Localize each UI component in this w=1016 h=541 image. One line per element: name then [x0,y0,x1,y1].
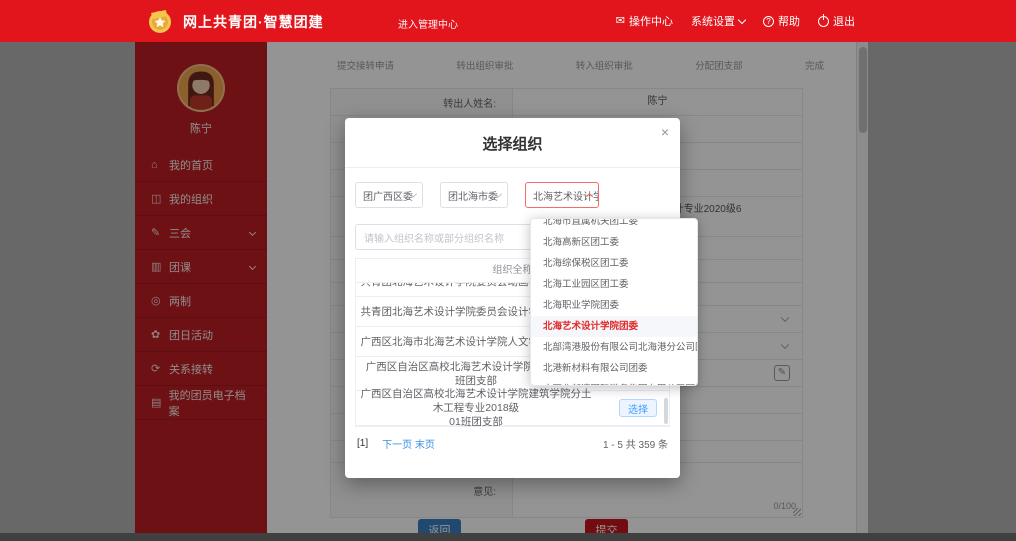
dropdown-item-1[interactable]: 北海高新区团工委 [531,232,697,253]
power-icon [818,16,829,27]
nav-logout-label: 退出 [833,13,855,29]
org-dropdown-panel: 北海市直属机关团工委北海高新区团工委北海综保税区团工委北海工业园区团工委北海职业… [530,218,698,386]
pagination: [1] 下一页 末页 1 - 5 共 359 条 [357,436,668,451]
nav-logout[interactable]: 退出 [818,13,855,29]
dropdown-item-3[interactable]: 北海工业园区团工委 [531,274,697,295]
mail-icon: ✉ [616,16,625,27]
dropdown-item-2[interactable]: 北海综保税区团工委 [531,253,697,274]
nav-action-center-label: 操作中心 [629,13,673,29]
select-province-value: 团广西区委 [363,188,413,203]
chevron-down-icon [738,15,746,23]
page-range-total: 1 - 5 共 359 条 [603,436,668,451]
close-icon[interactable]: × [661,125,669,139]
nav-help-label: 帮助 [778,13,800,29]
org-row-name: 广西区自治区高校北海艺术设计学院建筑学院分土木工程专业2018级 01班团支部 [356,387,596,426]
header-nav: ✉ 操作中心 系统设置 ? 帮助 退出 [616,0,855,42]
select-province-committee[interactable]: 团广西区委 [355,182,423,208]
org-list-scrollbar-thumb[interactable] [664,398,668,424]
app-title: 网上共青团·智慧团建 [183,12,324,32]
dropdown-item-7[interactable]: 北港新材料有限公司团委 [531,358,697,379]
dropdown-item-6[interactable]: 北部湾港股份有限公司北海港分公司团委 [531,337,697,358]
modal-title: 选择组织 [345,118,680,154]
org-level-selects: 团广西区委 团北海市委 北海艺术设计学院团委 [355,182,599,208]
nav-action-center[interactable]: ✉ 操作中心 [616,13,673,29]
dropdown-item-5[interactable]: 北海艺术设计学院团委 [531,316,697,337]
page-next-last-links[interactable]: 下一页 末页 [382,436,435,451]
dropdown-item-8[interactable]: 广西北部湾国际港务集团有限公司团委 [531,379,697,386]
select-school-committee[interactable]: 北海艺术设计学院团委 [525,182,599,208]
question-icon: ? [763,16,774,27]
nav-system-settings[interactable]: 系统设置 [691,13,745,29]
enter-admin-link[interactable]: 进入管理中心 [398,16,458,31]
dropdown-item-4[interactable]: 北海职业学院团委 [531,295,697,316]
modal-divider [345,167,680,168]
league-emblem-logo [146,7,174,35]
page-current[interactable]: [1] [357,438,368,449]
nav-help[interactable]: ? 帮助 [763,13,800,29]
app-screen: 网上共青团·智慧团建 进入管理中心 ✉ 操作中心 系统设置 ? 帮助 退出 [0,0,1016,541]
app-header: 网上共青团·智慧团建 进入管理中心 ✉ 操作中心 系统设置 ? 帮助 退出 [0,0,1016,42]
select-city-value: 团北海市委 [448,188,498,203]
dropdown-item-0[interactable]: 北海市直属机关团工委 [531,218,697,232]
nav-system-settings-label: 系统设置 [691,13,735,29]
choose-button[interactable]: 选择 [619,399,657,417]
select-city-committee[interactable]: 团北海市委 [440,182,508,208]
org-row-4: 广西区自治区高校北海艺术设计学院建筑学院分土木工程专业2018级 01班团支部选… [356,391,669,426]
